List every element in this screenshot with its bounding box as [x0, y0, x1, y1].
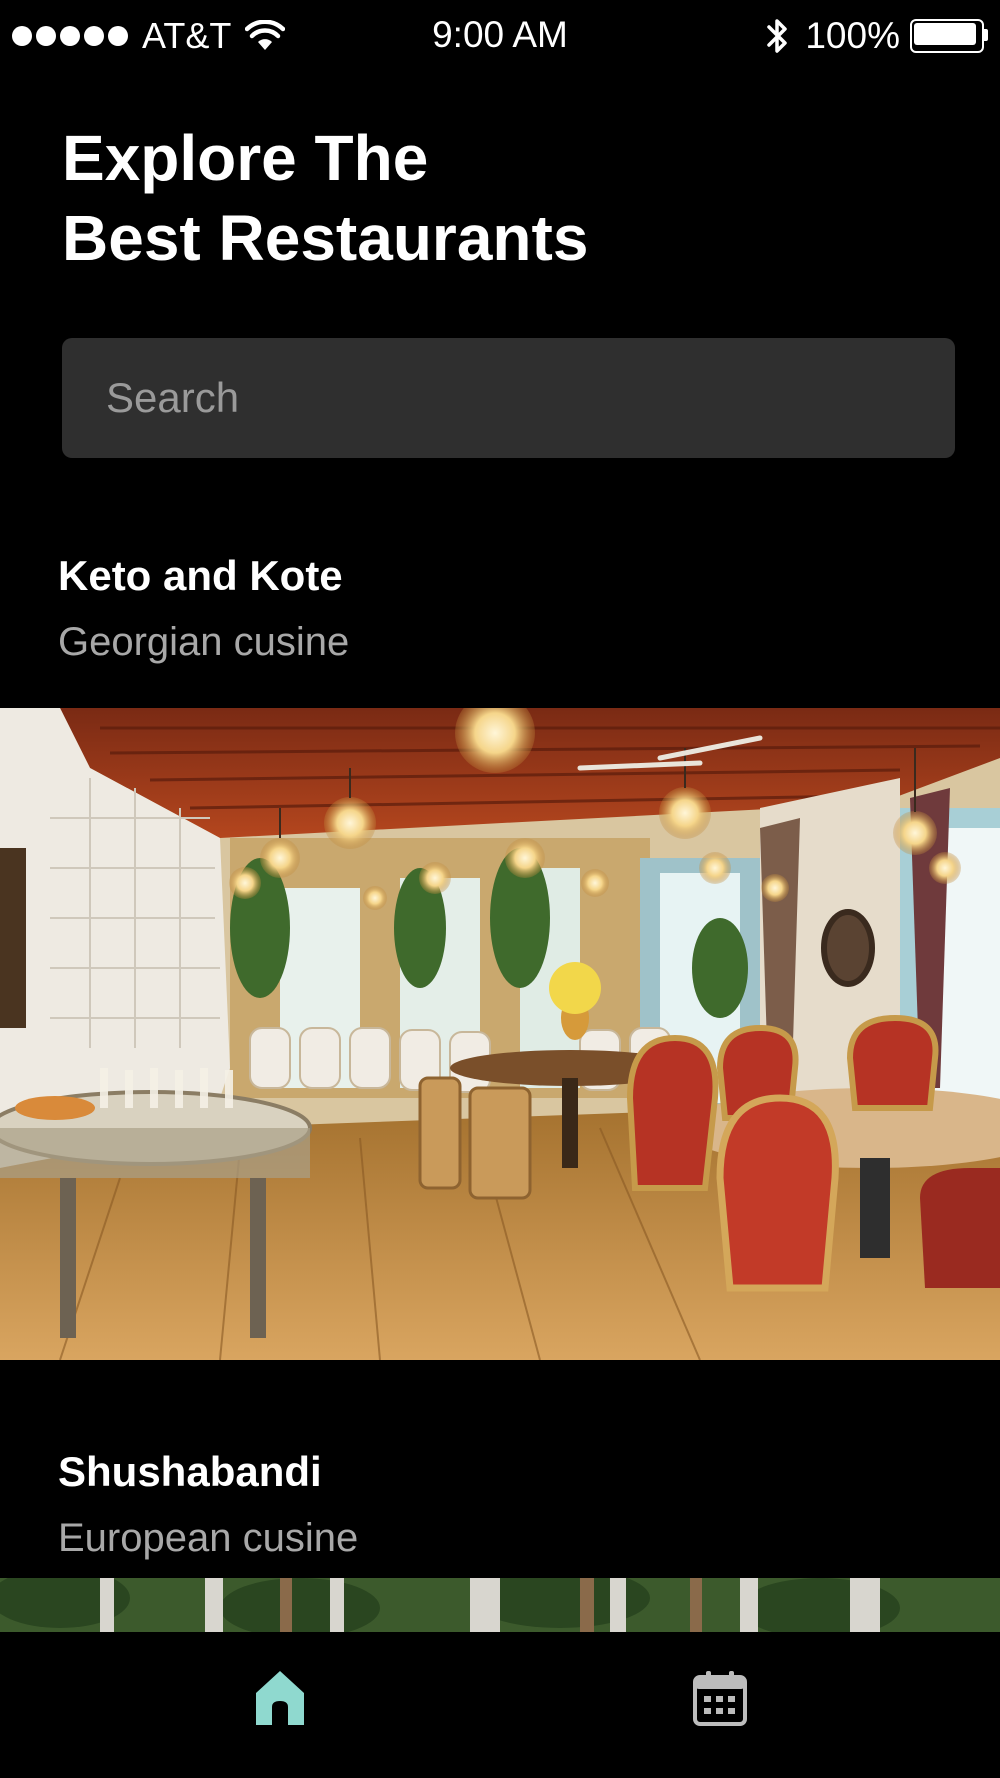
- search-field[interactable]: [62, 338, 955, 458]
- tab-bar: [0, 1632, 1000, 1778]
- calendar-icon: [693, 1671, 747, 1726]
- restaurant-cuisine: European cusine: [58, 1516, 359, 1560]
- restaurant-cuisine: Georgian cusine: [58, 620, 350, 664]
- status-bar-right: 100%: [763, 15, 988, 56]
- status-bar: AT&T 9:00 AM 100%: [0, 0, 1000, 72]
- restaurant-name[interactable]: Shushabandi: [58, 1448, 322, 1496]
- tab-home[interactable]: [240, 1658, 320, 1738]
- search-input[interactable]: [62, 338, 955, 458]
- bluetooth-icon: [767, 19, 788, 53]
- restaurant-photo[interactable]: [0, 708, 1000, 1360]
- home-icon: [256, 1671, 304, 1725]
- page-title: Explore The Best Restaurants: [62, 118, 942, 278]
- restaurant-photo[interactable]: [0, 1578, 1000, 1632]
- restaurant-name[interactable]: Keto and Kote: [58, 552, 343, 600]
- page-title-line-2: Best Restaurants: [62, 202, 589, 274]
- page-title-line-1: Explore The: [62, 122, 429, 194]
- battery-percentage: 100%: [805, 15, 900, 56]
- battery-icon: [910, 19, 988, 53]
- tab-calendar[interactable]: [680, 1658, 760, 1738]
